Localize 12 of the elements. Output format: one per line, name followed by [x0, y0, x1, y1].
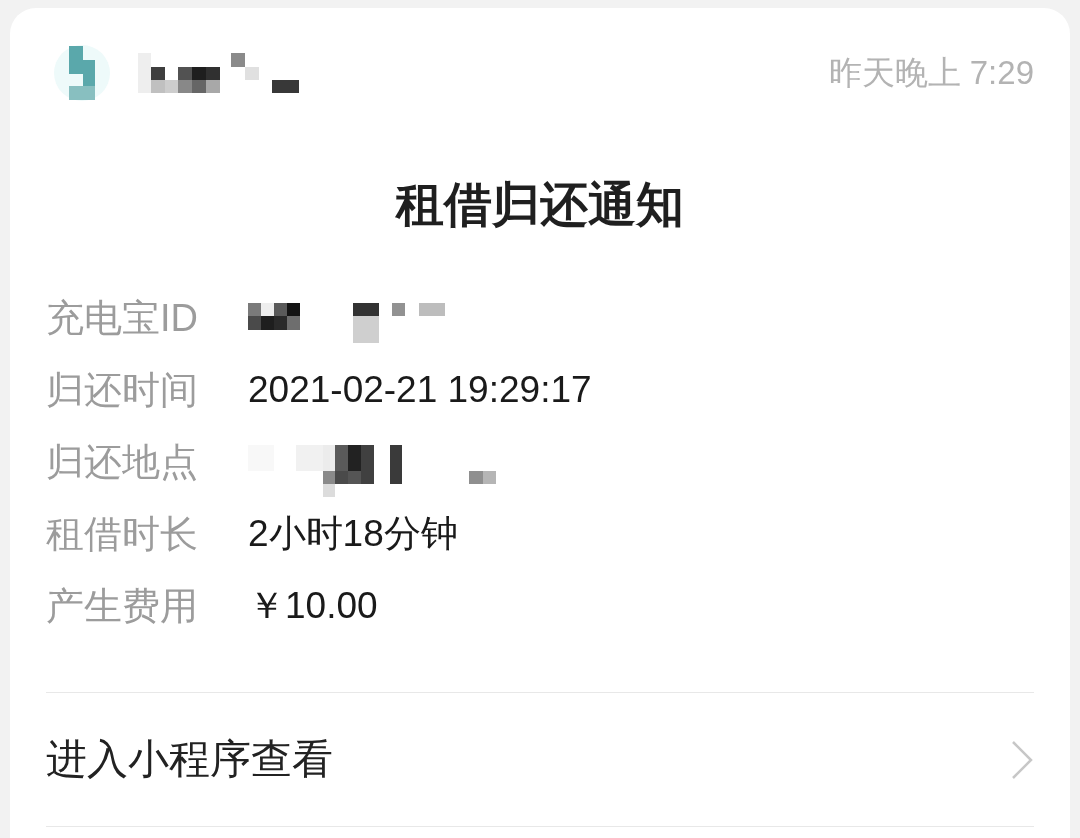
field-label: 归还时间: [46, 367, 199, 413]
field-value: 2021-02-21 19:29:17: [248, 369, 592, 411]
field-value: ￥10.00: [248, 584, 378, 628]
field-label: 租借时长: [46, 511, 199, 557]
field-label: 充电宝ID: [46, 295, 199, 341]
message-time: 昨天晚上 7:29: [828, 52, 1034, 93]
field-value: 2小时18分钟: [248, 512, 458, 556]
field-label: 产生费用: [46, 583, 199, 629]
chevron-right-icon: [1010, 739, 1034, 780]
field-label: 归还地点: [46, 439, 199, 485]
pixelated-logo-icon: [54, 45, 110, 101]
notification-title: 租借归还通知: [394, 177, 685, 233]
